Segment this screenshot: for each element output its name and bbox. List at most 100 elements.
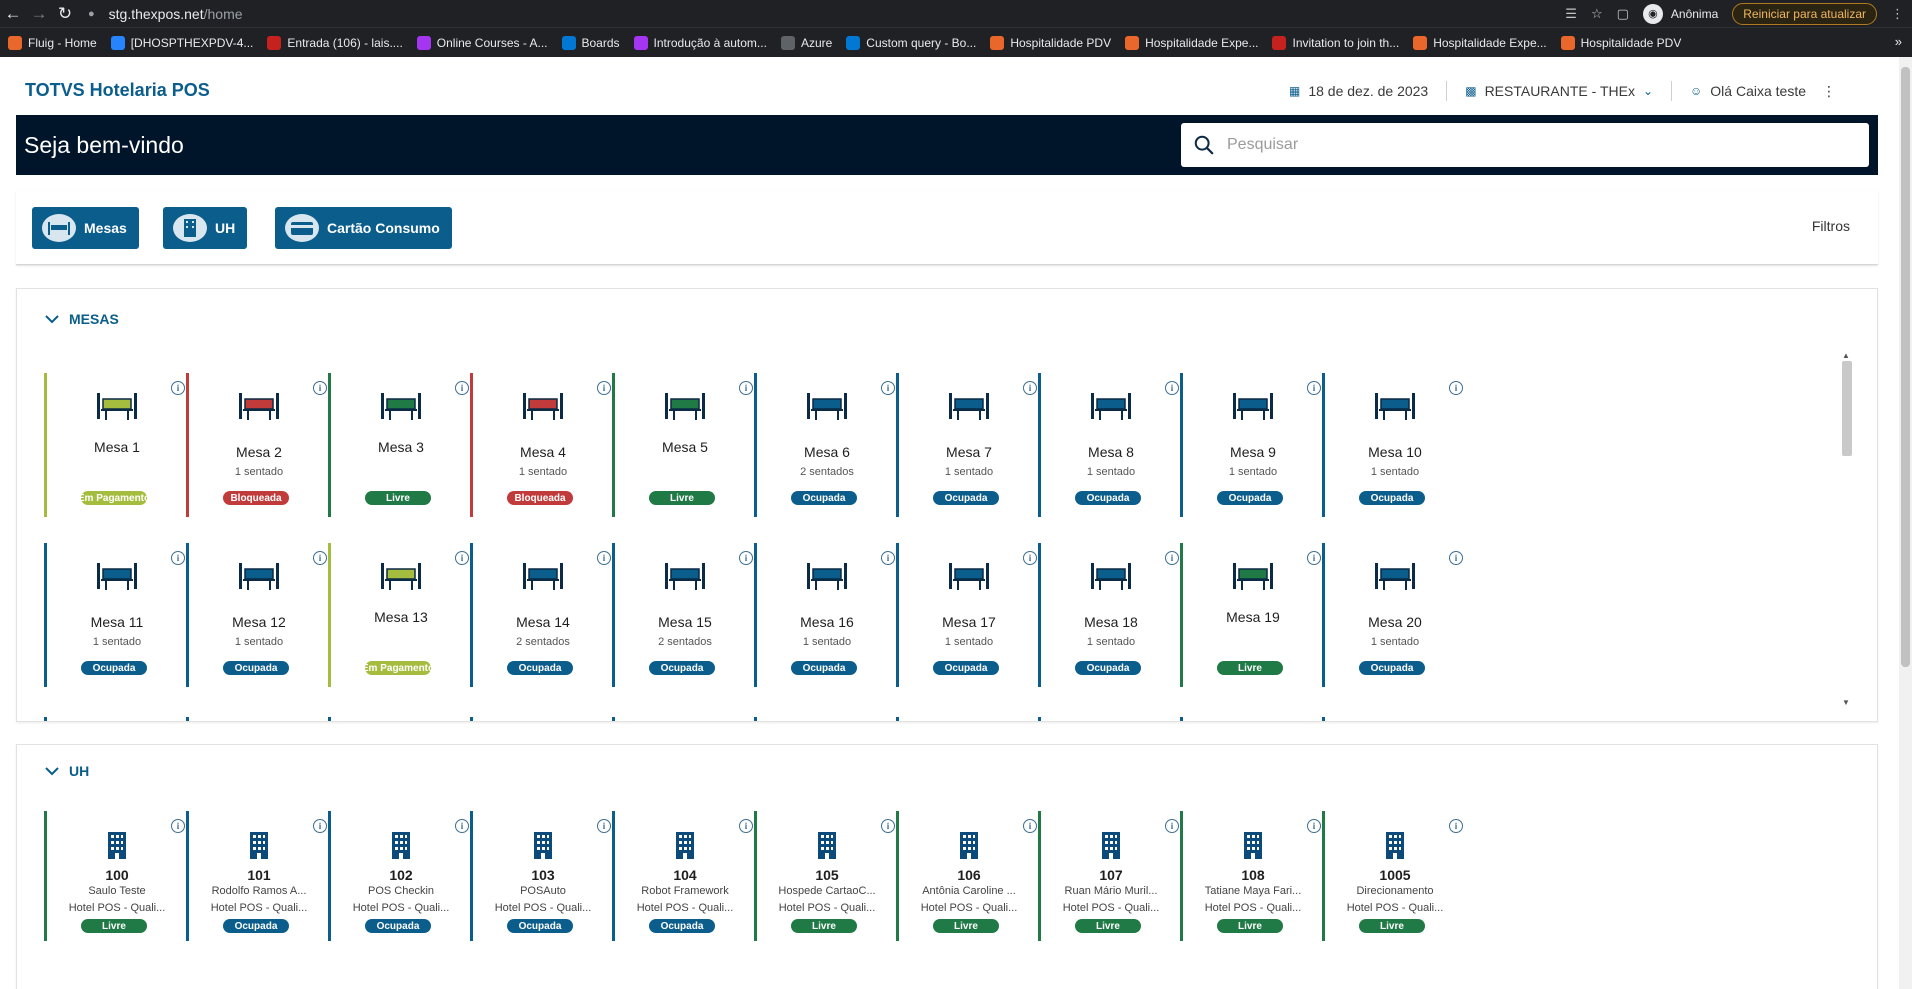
bookmark-item[interactable]: Hospitalidade Expe... (1413, 35, 1547, 50)
mesa-card[interactable]: i Mesa 20 1 sentado Ocupada (1322, 543, 1487, 687)
info-icon[interactable]: i (1165, 819, 1179, 833)
info-icon[interactable]: i (171, 551, 185, 565)
info-icon[interactable]: i (881, 551, 895, 565)
uh-card[interactable]: i 103 POSAuto Hotel POS - Quali... Ocupada (470, 811, 635, 941)
mesa-card[interactable]: i Mesa 16 1 sentado Ocupada (754, 543, 919, 687)
mesas-scroll-thumb[interactable] (1842, 361, 1852, 456)
info-icon[interactable]: i (597, 381, 611, 395)
mesa-card[interactable]: i Mesa 6 2 sentados Ocupada (754, 373, 919, 517)
info-icon[interactable]: i (739, 819, 753, 833)
uh-card[interactable]: i 106 Antônia Caroline ... Hotel POS - Qual… (896, 811, 1061, 941)
mesa-card[interactable]: i Mesa 9 1 sentado Ocupada (1180, 373, 1345, 517)
mesa-card[interactable]: i Mesa 12 1 sentado Ocupada (186, 543, 351, 687)
date-selector[interactable]: ▦ 18 de dez. de 2023 (1271, 81, 1448, 101)
info-icon[interactable]: i (739, 381, 753, 395)
info-icon[interactable]: i (1165, 381, 1179, 395)
search-box[interactable] (1181, 123, 1869, 167)
cartao-consumo-filter-button[interactable]: Cartão Consumo (275, 207, 452, 249)
mesa-card[interactable]: i Mesa 4 1 sentado Bloqueada (470, 373, 635, 517)
info-icon[interactable]: i (1165, 551, 1179, 565)
bookmark-item[interactable]: Custom query - Bo... (846, 35, 976, 50)
mesa-card[interactable]: i Mesa 11 1 sentado Ocupada (44, 543, 209, 687)
uh-card[interactable]: i 102 POS Checkin Hotel POS - Quali... Ocupa… (328, 811, 493, 941)
scroll-down-icon[interactable]: ▼ (1842, 698, 1850, 707)
info-icon[interactable]: i (313, 819, 327, 833)
filters-link[interactable]: Filtros (1812, 218, 1850, 234)
bookmark-item[interactable]: Hospitalidade Expe... (1125, 35, 1258, 50)
info-icon[interactable]: i (171, 381, 185, 395)
bookmark-star-icon[interactable]: ☆ (1591, 6, 1603, 22)
info-icon[interactable]: i (1449, 819, 1463, 833)
user-menu[interactable]: ☺ Olá Caixa teste ⋮ (1672, 81, 1836, 101)
info-icon[interactable]: i (1307, 551, 1321, 565)
mesa-card[interactable]: i Mesa 1 Em Pagamento (44, 373, 209, 517)
info-icon[interactable]: i (597, 551, 611, 565)
address-bar[interactable]: ● stg.thexpos.net/home (88, 6, 243, 22)
mesa-card[interactable]: i Mesa 18 1 sentado Ocupada (1038, 543, 1203, 687)
info-icon[interactable]: i (455, 381, 469, 395)
info-icon[interactable]: i (313, 551, 327, 565)
uh-card[interactable]: i 100 Saulo Teste Hotel POS - Quali... Livre (44, 811, 209, 941)
restart-update-button[interactable]: Reiniciar para atualizar (1732, 2, 1877, 25)
uh-card[interactable]: i 1005 Direcionamento Hotel POS - Quali... L… (1322, 811, 1487, 941)
bookmark-item[interactable]: Introdução à autom... (633, 35, 767, 50)
info-icon[interactable]: i (597, 819, 611, 833)
mesas-section-header[interactable]: MESAS (45, 311, 119, 327)
mesa-card[interactable]: i Mesa 3 Livre (328, 373, 493, 517)
mesa-card[interactable]: i Mesa 8 1 sentado Ocupada (1038, 373, 1203, 517)
uh-card[interactable]: i 101 Rodolfo Ramos A... Hotel POS - Quali.… (186, 811, 351, 941)
bookmark-item[interactable]: Hospitalidade PDV (1560, 35, 1681, 50)
info-icon[interactable]: i (455, 551, 469, 565)
sidepanel-icon[interactable]: ▢ (1617, 6, 1629, 22)
bookmark-item[interactable]: Hospitalidade PDV (990, 35, 1111, 50)
mesa-card[interactable]: i Mesa 13 Em Pagamento (328, 543, 493, 687)
mesa-card[interactable]: i Mesa 7 1 sentado Ocupada (896, 373, 1061, 517)
mesa-card[interactable]: i Mesa 15 2 sentados Ocupada (612, 543, 777, 687)
info-icon[interactable]: i (1307, 381, 1321, 395)
mesa-card[interactable]: i Mesa 19 Livre (1180, 543, 1345, 687)
bookmark-item[interactable]: Fluig - Home (8, 35, 97, 50)
info-icon[interactable]: i (1023, 381, 1037, 395)
mesa-card[interactable]: i Mesa 10 1 sentado Ocupada (1322, 373, 1487, 517)
bookmark-item[interactable]: [DHOSPTHEXPDV-4... (110, 35, 253, 50)
bookmark-item[interactable]: Online Courses - A... (416, 35, 548, 50)
incognito-profile[interactable]: ◉ Anônima (1642, 3, 1718, 24)
uh-card[interactable]: i 104 Robot Framework Hotel POS - Quali... O… (612, 811, 777, 941)
mesa-card[interactable]: i Mesa 2 1 sentado Bloqueada (186, 373, 351, 517)
back-icon[interactable]: ← (0, 1, 26, 27)
mesas-filter-button[interactable]: Mesas (32, 207, 139, 249)
info-icon[interactable]: i (1307, 819, 1321, 833)
info-icon[interactable]: i (881, 381, 895, 395)
uh-card[interactable]: i 105 Hospede CartaoC... Hotel POS - Quali.… (754, 811, 919, 941)
scroll-up-icon[interactable]: ▲ (1842, 351, 1850, 360)
info-icon[interactable]: i (455, 819, 469, 833)
more-vert-icon[interactable]: ⋮ (1822, 83, 1836, 100)
mesas-scrollbar[interactable]: ▲ ▼ (1842, 351, 1852, 707)
info-icon[interactable]: i (1449, 381, 1463, 395)
search-input[interactable] (1227, 136, 1827, 154)
bookmark-item[interactable]: Entrada (106) - lais.... (267, 35, 403, 50)
mesa-card[interactable]: i Mesa 14 2 sentados Ocupada (470, 543, 635, 687)
location-selector[interactable]: ▩ RESTAURANTE - THEx ⌄ (1447, 81, 1673, 101)
info-icon[interactable]: i (171, 819, 185, 833)
mesa-card[interactable]: i Mesa 5 Livre (612, 373, 777, 517)
browser-menu-icon[interactable]: ⋮ (1891, 6, 1904, 22)
bookmark-item[interactable]: Azure (780, 35, 832, 50)
info-icon[interactable]: i (1023, 819, 1037, 833)
info-icon[interactable]: i (1449, 551, 1463, 565)
forward-icon[interactable]: → (26, 1, 52, 27)
mesa-card[interactable]: i Mesa 17 1 sentado Ocupada (896, 543, 1061, 687)
uh-card[interactable]: i 108 Tatiane Maya Fari... Hotel POS - Qual… (1180, 811, 1345, 941)
info-icon[interactable]: i (1023, 551, 1037, 565)
info-icon[interactable]: i (739, 551, 753, 565)
info-icon[interactable]: i (313, 381, 327, 395)
uh-section-header[interactable]: UH (45, 763, 89, 779)
reload-icon[interactable]: ↻ (52, 1, 78, 27)
uh-card[interactable]: i 107 Ruan Mário Muril... Hotel POS - Quali… (1038, 811, 1203, 941)
page-scrollbar[interactable] (1899, 57, 1912, 989)
uh-filter-button[interactable]: UH (163, 207, 248, 249)
translate-icon[interactable]: ☰ (1565, 6, 1577, 22)
page-scroll-thumb[interactable] (1901, 67, 1910, 667)
bookmark-item[interactable]: Invitation to join th... (1272, 35, 1399, 50)
bookmark-item[interactable]: Boards (561, 35, 620, 50)
